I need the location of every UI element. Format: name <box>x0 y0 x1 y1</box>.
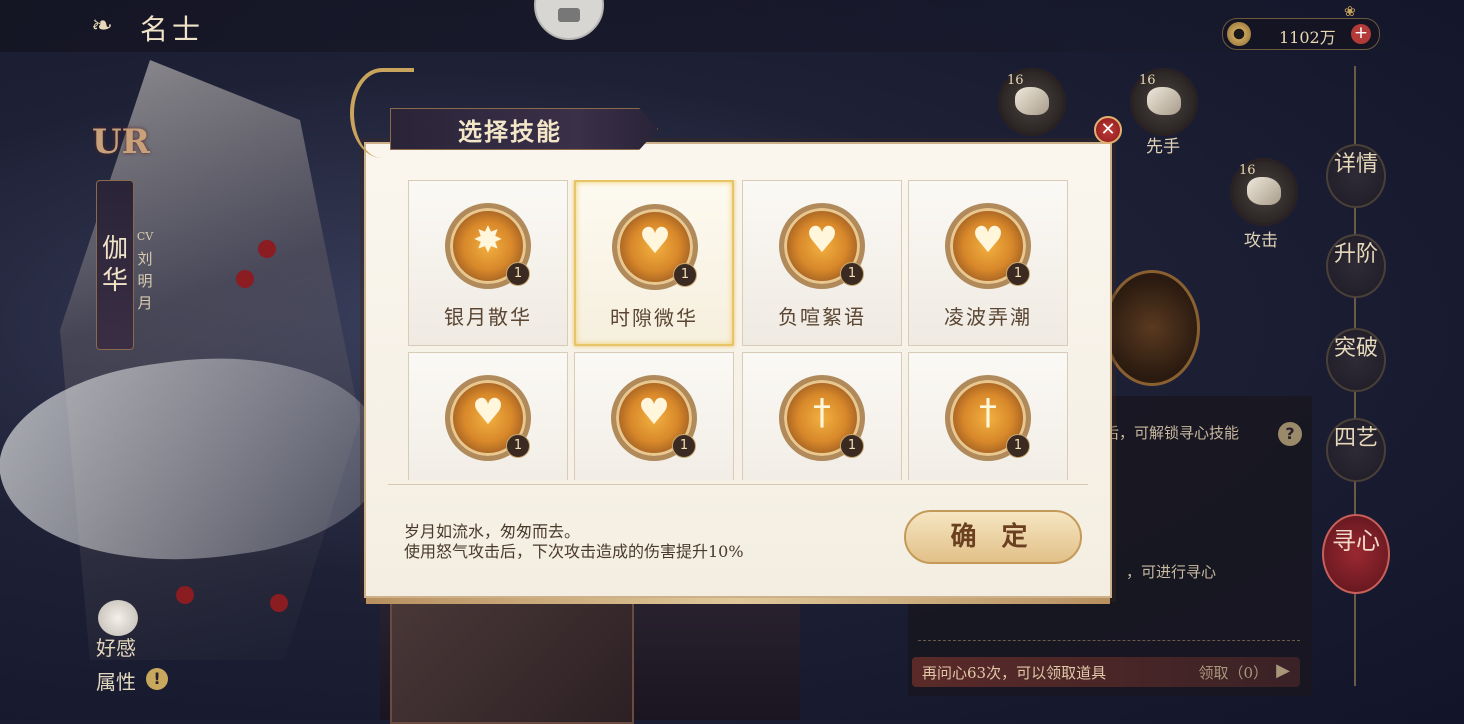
skill-emblem-icon: † 1 <box>779 375 865 461</box>
skill-count: 1 <box>1006 262 1030 286</box>
dialog-bottom-trim <box>366 598 1110 604</box>
skill-count: 1 <box>672 434 696 458</box>
select-skill-dialog: ✸ 1 银月散华 ♥ 1 时隙微华 ♥ 1 负喧絮语 ♥ 1 凌波弄潮 ♥ 1 … <box>364 142 1112 604</box>
skill-glyph: ♥ <box>471 392 505 433</box>
skill-glyph: ♥ <box>971 220 1005 261</box>
skill-glyph: † <box>979 392 997 433</box>
skill-glyph: ♥ <box>637 392 671 433</box>
skill-emblem-icon: ♥ 1 <box>779 203 865 289</box>
skill-glyph: † <box>813 392 831 433</box>
skill-name: 负喧絮语 <box>778 305 866 329</box>
skill-effect-text: 使用怒气攻击后，下次攻击造成的伤害提升10% <box>404 542 744 561</box>
skill-count: 1 <box>840 262 864 286</box>
skill-count: 1 <box>1006 434 1030 458</box>
close-button[interactable]: ✕ <box>1094 116 1122 144</box>
skill-glyph: ♥ <box>805 220 839 261</box>
dialog-title-banner: 选择技能 <box>350 68 668 158</box>
skill-card[interactable]: ♥ 1 负喧絮语 <box>742 180 902 346</box>
skill-card[interactable]: ♥ 1 <box>574 352 734 480</box>
skill-card[interactable]: ♥ 1 凌波弄潮 <box>908 180 1068 346</box>
skill-name: 银月散华 <box>444 305 532 329</box>
skill-name: 凌波弄潮 <box>944 305 1032 329</box>
skill-grid: ✸ 1 银月散华 ♥ 1 时隙微华 ♥ 1 负喧絮语 ♥ 1 凌波弄潮 ♥ 1 … <box>408 180 1072 480</box>
divider <box>388 484 1088 485</box>
dialog-title: 选择技能 <box>458 117 562 146</box>
confirm-button[interactable]: 确 定 <box>904 510 1082 564</box>
skill-card-selected[interactable]: ♥ 1 时隙微华 <box>574 180 734 346</box>
skill-emblem-icon: † 1 <box>945 375 1031 461</box>
skill-glyph: ✸ <box>472 220 504 261</box>
skill-count: 1 <box>840 434 864 458</box>
skill-card[interactable]: † 1 <box>908 352 1068 480</box>
skill-emblem-icon: ✸ 1 <box>445 203 531 289</box>
skill-glyph: ♥ <box>638 221 672 262</box>
skill-count: 1 <box>673 263 697 287</box>
skill-card[interactable]: † 1 <box>742 352 902 480</box>
skill-count: 1 <box>506 262 530 286</box>
skill-name: 时隙微华 <box>610 306 698 330</box>
skill-emblem-icon: ♥ 1 <box>611 375 697 461</box>
skill-emblem-icon: ♥ 1 <box>612 204 698 290</box>
skill-emblem-icon: ♥ 1 <box>445 375 531 461</box>
skill-card[interactable]: ♥ 1 <box>408 352 568 480</box>
confirm-label: 确 定 <box>950 522 1036 552</box>
skill-card[interactable]: ✸ 1 银月散华 <box>408 180 568 346</box>
skill-emblem-icon: ♥ 1 <box>945 203 1031 289</box>
skill-count: 1 <box>506 434 530 458</box>
